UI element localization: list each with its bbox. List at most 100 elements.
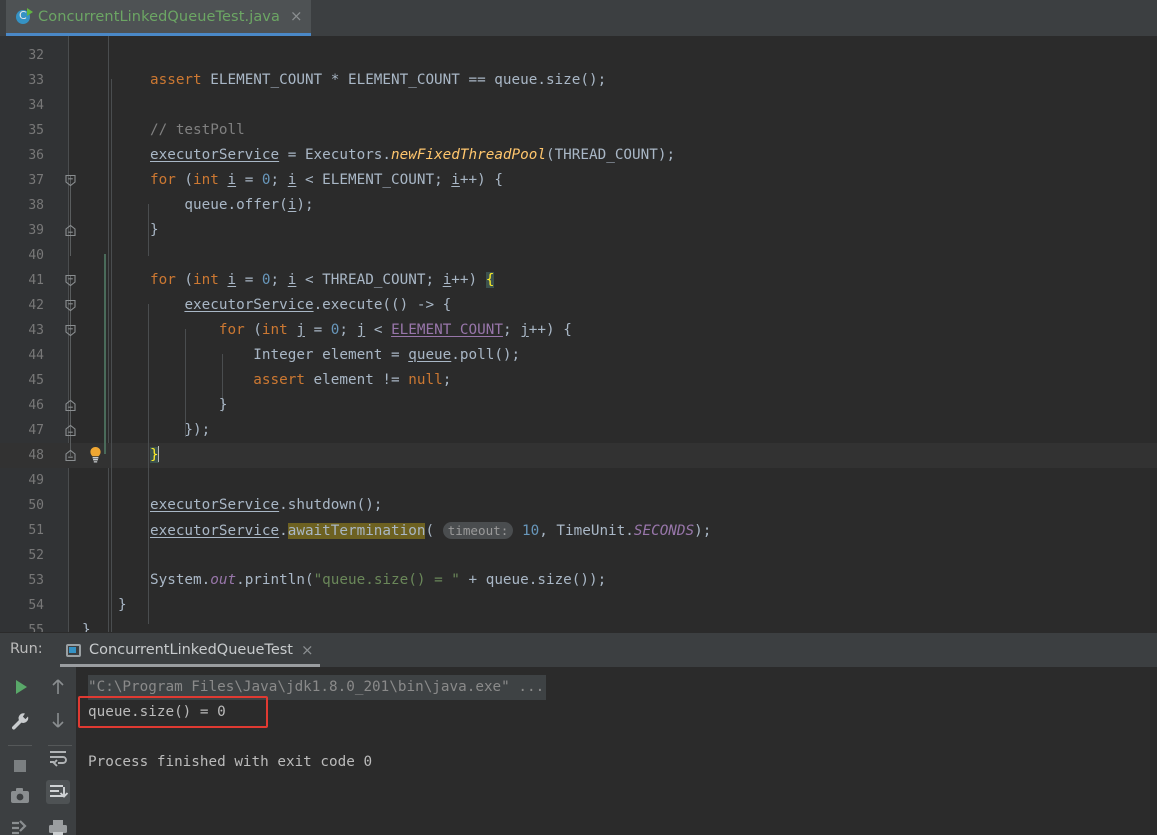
code-token: ( <box>244 322 262 338</box>
code-token: awaitTermination <box>287 523 426 539</box>
code-line[interactable]: 43 for (int j = 0; j < ELEMENT COUNT; j+… <box>0 318 1157 343</box>
code-text: } <box>82 618 91 632</box>
code-line[interactable]: 34 <box>0 93 1157 118</box>
code-token: .execute(() -> { <box>313 297 452 313</box>
scroll-to-end-icon <box>50 785 69 798</box>
code-token: = <box>304 322 331 338</box>
code-token: assert <box>150 72 202 88</box>
line-number: 51 <box>28 523 44 538</box>
code-line[interactable]: 46 } <box>0 393 1157 418</box>
fold-end-icon[interactable] <box>64 424 77 437</box>
code-line[interactable]: 37 for (int i = 0; i < ELEMENT_COUNT; i++… <box>0 168 1157 193</box>
code-token: + queue.size()); <box>459 572 607 588</box>
stop-button[interactable] <box>8 754 32 778</box>
screenshot-button[interactable] <box>8 784 32 808</box>
code-text: }); <box>150 418 210 443</box>
code-text: assert ELEMENT_COUNT * ELEMENT_COUNT == … <box>150 68 606 93</box>
line-number: 44 <box>28 348 44 363</box>
code-line[interactable]: 42 executorService.execute(() -> { <box>0 293 1157 318</box>
code-token: } <box>150 397 228 413</box>
wrench-icon <box>11 713 29 730</box>
run-tab-concurrentlinkedqueuetest[interactable]: ConcurrentLinkedQueueTest × <box>60 636 320 667</box>
code-token: = Executors. <box>279 147 392 163</box>
close-icon[interactable]: × <box>286 9 303 24</box>
fold-end-icon[interactable] <box>64 224 77 237</box>
code-line[interactable]: 52 <box>0 543 1157 568</box>
code-token: i <box>227 272 237 288</box>
code-line[interactable]: 50 executorService.shutdown(); <box>0 493 1157 518</box>
code-line[interactable]: 48} <box>0 443 1157 468</box>
code-editor[interactable]: 32 33 assert ELEMENT_COUNT * ELEMENT_COUNT… <box>0 36 1157 632</box>
code-token: out <box>210 572 237 588</box>
code-line[interactable]: 44 Integer element = queue.poll(); <box>0 343 1157 368</box>
fold-collapse-icon[interactable] <box>64 299 77 312</box>
code-token: }); <box>150 422 211 438</box>
line-number: 35 <box>28 123 44 138</box>
line-number: 33 <box>28 73 44 88</box>
code-line[interactable]: 35 // testPoll <box>0 118 1157 143</box>
code-token: ( <box>425 523 443 539</box>
code-line[interactable]: 49 <box>0 468 1157 493</box>
fold-collapse-icon[interactable] <box>64 174 77 187</box>
line-number: 50 <box>28 498 44 513</box>
code-token: i <box>442 272 452 288</box>
code-line[interactable]: 55} <box>0 618 1157 632</box>
code-token: i <box>451 172 460 188</box>
code-line[interactable]: 39} <box>0 218 1157 243</box>
rerun-button[interactable] <box>8 675 32 699</box>
line-number: 32 <box>28 48 44 63</box>
code-line[interactable]: 51 executorService.awaitTermination( time… <box>0 518 1157 543</box>
code-text: // testPoll <box>150 118 245 143</box>
code-token: 10 <box>521 523 540 539</box>
code-line[interactable]: 33 assert ELEMENT_COUNT * ELEMENT_COUNT =… <box>0 68 1157 93</box>
code-token: System. <box>150 572 211 588</box>
code-line[interactable]: 40 <box>0 243 1157 268</box>
scroll-to-end-button[interactable] <box>46 780 70 804</box>
fold-end-icon[interactable] <box>64 449 77 462</box>
print-button[interactable] <box>46 817 70 835</box>
code-token: ++) { <box>459 172 503 188</box>
code-token: queue.offer( <box>150 197 288 213</box>
code-token: ; <box>442 372 452 388</box>
code-token: int <box>193 172 219 188</box>
code-token: int <box>261 322 288 338</box>
intention-bulb-icon[interactable] <box>88 446 103 464</box>
editor-tab-concurrentlinkedqueuetest[interactable]: ConcurrentLinkedQueueTest.java × <box>6 0 311 36</box>
code-token: ++) <box>451 272 486 288</box>
code-line[interactable]: 41 for (int i = 0; i < THREAD_COUNT; i++)… <box>0 268 1157 293</box>
code-token: } <box>118 597 127 613</box>
thread-dump-button[interactable] <box>8 816 32 835</box>
code-token: queue <box>408 347 452 363</box>
code-line[interactable]: 54} <box>0 593 1157 618</box>
code-token: executorService <box>150 523 280 539</box>
fold-collapse-icon[interactable] <box>64 324 77 337</box>
fold-collapse-icon[interactable] <box>64 274 77 287</box>
console-line: queue.size() = 0 <box>88 704 226 720</box>
fold-end-icon[interactable] <box>64 399 77 412</box>
code-text: } <box>150 218 159 243</box>
thread-dump-icon <box>12 820 27 835</box>
code-token: .poll(); <box>451 347 521 363</box>
printer-icon <box>49 820 67 835</box>
down-button[interactable] <box>46 708 70 732</box>
console-output[interactable]: "C:\Program Files\Java\jdk1.8.0_201\bin\… <box>76 667 1157 835</box>
code-text: executorService.shutdown(); <box>150 493 382 518</box>
code-line[interactable]: 45 assert element != null; <box>0 368 1157 393</box>
edit-configuration-button[interactable] <box>8 710 32 734</box>
code-line[interactable]: 53 System.out.println("queue.size() = " +… <box>0 568 1157 593</box>
code-token: ; <box>502 322 521 338</box>
code-token: ++) { <box>528 322 572 338</box>
code-line[interactable]: 47 }); <box>0 418 1157 443</box>
code-line[interactable]: 32 <box>0 43 1157 68</box>
up-button[interactable] <box>46 675 70 699</box>
intellij-window: ConcurrentLinkedQueueTest.java × 32 33 ass… <box>0 0 1157 835</box>
code-line[interactable]: 36 executorService = Executors.newFixedTh… <box>0 143 1157 168</box>
line-number: 55 <box>28 623 44 632</box>
line-number: 34 <box>28 98 44 113</box>
close-icon[interactable]: × <box>301 641 314 659</box>
code-line[interactable]: 38 queue.offer(i); <box>0 193 1157 218</box>
code-token: < THREAD_COUNT; <box>296 272 443 288</box>
code-token: assert <box>253 372 305 388</box>
code-token: .shutdown(); <box>279 497 383 513</box>
soft-wrap-button[interactable] <box>46 745 70 769</box>
